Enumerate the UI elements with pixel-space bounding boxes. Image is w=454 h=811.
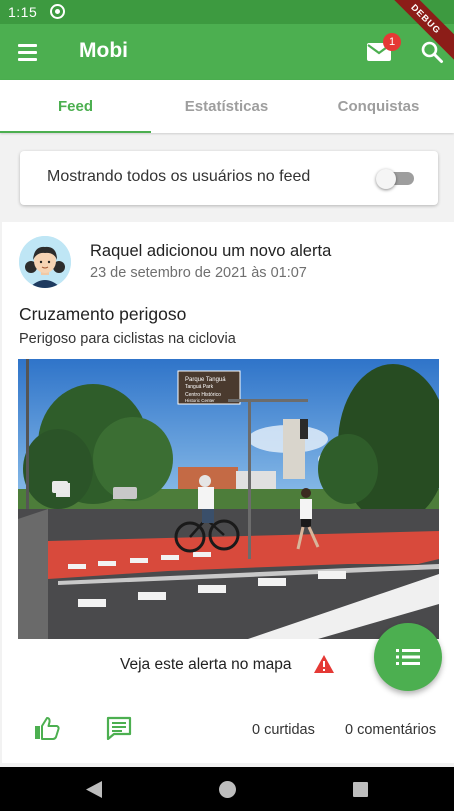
comments-count: 0 comentários (345, 722, 437, 738)
post-title: Cruzamento perigoso (19, 304, 187, 324)
app-bar: Mobi 1 (0, 24, 454, 80)
system-nav-bar (0, 767, 454, 811)
sign-line4: Historic Center (185, 398, 215, 403)
avatar-illustration (19, 236, 71, 288)
avatar[interactable] (19, 236, 71, 288)
feed-filter-card: Mostrando todos os usuários no feed (20, 151, 438, 205)
post-date: 23 de setembro de 2021 às 01:07 (90, 265, 307, 281)
warning-icon (314, 655, 334, 673)
mail-badge: 1 (383, 33, 401, 51)
nav-recent-icon[interactable] (353, 782, 368, 797)
street-scene-image: Parque Tanguá Tanguá Park Centro Históri… (18, 359, 439, 639)
toggle-thumb (376, 169, 396, 189)
nav-home-icon[interactable] (219, 781, 236, 798)
tab-conquistas[interactable]: Conquistas (303, 80, 454, 133)
sign-line2: Tanguá Park (185, 384, 214, 390)
list-icon (396, 649, 420, 665)
status-bar: 1:15 (0, 0, 454, 24)
post-photo[interactable]: Parque Tanguá Tanguá Park Centro Históri… (18, 359, 439, 639)
list-fab-button[interactable] (374, 623, 442, 691)
status-time: 1:15 (8, 4, 38, 20)
sign-line1: Parque Tanguá (185, 377, 226, 383)
feed-filter-toggle[interactable] (376, 169, 416, 189)
app-title: Mobi (79, 39, 128, 62)
nav-back-icon[interactable] (86, 781, 102, 798)
tab-bar: Feed Estatísticas Conquistas (0, 80, 454, 133)
tab-indicator (0, 131, 151, 133)
see-on-map-link[interactable]: Veja este alerta no mapa (120, 656, 291, 674)
post-author-line: Raquel adicionou um novo alerta (90, 242, 332, 260)
post-description: Perigoso para ciclistas na ciclovia (19, 331, 236, 347)
tab-estatisticas[interactable]: Estatísticas (151, 80, 302, 133)
tab-feed[interactable]: Feed (0, 80, 151, 133)
comment-icon[interactable] (106, 716, 132, 740)
menu-icon[interactable] (16, 41, 40, 63)
feed-filter-label: Mostrando todos os usuários no feed (47, 168, 311, 185)
likes-count: 0 curtidas (252, 722, 315, 738)
thumb-up-icon[interactable] (34, 716, 60, 740)
notification-status-icon (50, 4, 65, 19)
